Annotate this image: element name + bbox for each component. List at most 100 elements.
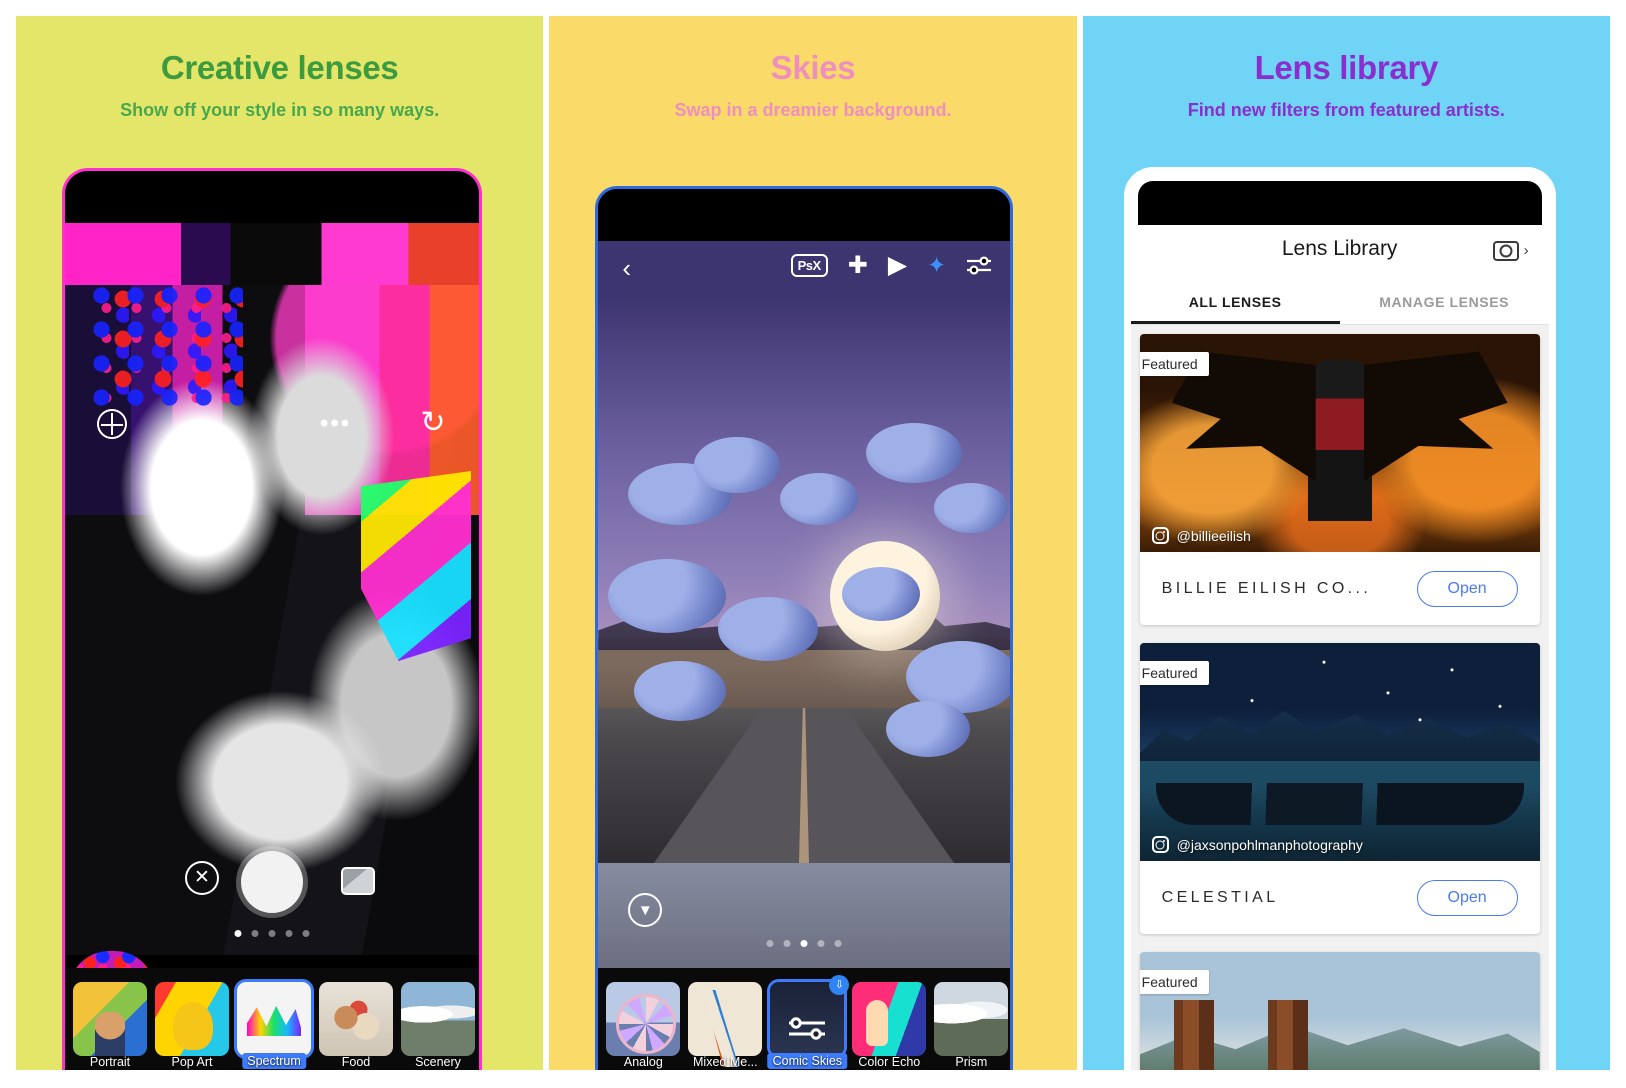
pager-dot[interactable]	[766, 940, 774, 947]
adjust-sliders-icon	[787, 1015, 827, 1041]
shutter-button[interactable]	[241, 851, 303, 913]
magic-wand-icon[interactable]: ✦	[927, 254, 946, 277]
tab-bar: ALL LENSES MANAGE LENSES	[1130, 281, 1549, 325]
preview-dot-pattern	[93, 287, 243, 407]
pager-dot[interactable]	[817, 940, 825, 947]
panel-1-title: Creative lenses	[160, 49, 399, 86]
filter-item-spectrum[interactable]: Spectrum	[237, 982, 311, 1070]
download-icon[interactable]: ⇩	[829, 975, 850, 995]
filter-label: Pop Art	[171, 1055, 213, 1069]
cloud-graphic	[634, 661, 727, 721]
cloud-graphic	[780, 473, 859, 525]
carousel-pager	[766, 940, 842, 947]
close-icon[interactable]: ✕	[185, 861, 219, 895]
sky-filter-strip[interactable]: Analog Mixed Me... ⇩ Comic Skies Color E…	[598, 968, 1011, 1070]
filter-item-food[interactable]: Food	[319, 982, 393, 1070]
filter-item-analog[interactable]: Analog	[606, 982, 681, 1070]
filter-thumb-image	[401, 982, 475, 1056]
play-refresh-icon[interactable]: ▶	[888, 253, 907, 278]
filter-item-prism[interactable]: Prism	[934, 982, 1009, 1070]
filter-thumb-image	[688, 982, 763, 1056]
panel-1-header: Creative lenses Show off your style in s…	[16, 16, 543, 121]
panel-3-title: Lens library	[1254, 49, 1439, 86]
handle-text: @jaxsonpohlmanphotography	[1176, 836, 1363, 853]
pager-dot[interactable]	[302, 930, 310, 937]
page-title: Lens Library	[1281, 237, 1398, 260]
filter-label: Scenery	[415, 1055, 461, 1069]
filter-thumb-image	[155, 982, 229, 1056]
tab-all-lenses[interactable]: ALL LENSES	[1130, 281, 1340, 324]
instagram-icon	[1151, 527, 1169, 544]
refresh-icon[interactable]: ↻	[417, 407, 449, 439]
cloud-graphic	[886, 701, 971, 757]
lens-name: BILLIE EILISH CO...	[1161, 579, 1372, 597]
back-icon[interactable]: ‹	[622, 255, 631, 281]
adjust-sliders-icon[interactable]	[966, 255, 992, 277]
panel-lens-library: Lens library Find new filters from featu…	[1082, 16, 1610, 1070]
pager-dot[interactable]	[800, 940, 808, 947]
filter-item-portrait[interactable]: Portrait	[73, 982, 147, 1070]
pager-dot[interactable]	[251, 930, 259, 937]
lens-hero-image: Featured @jaxsonpohlmanphotography	[1139, 643, 1540, 861]
cloud-graphic	[608, 559, 727, 633]
filter-thumb-image	[73, 982, 147, 1056]
cloud-graphic	[718, 597, 819, 661]
lens-card-third[interactable]: Featured	[1139, 952, 1540, 1070]
screenshot-root: Creative lenses Show off your style in s…	[0, 0, 1626, 1088]
psx-icon[interactable]: PsX	[790, 254, 828, 277]
panel-1-subtitle: Show off your style in so many ways.	[120, 100, 440, 120]
featured-badge: Featured	[1139, 661, 1209, 685]
filter-item-mixed-media[interactable]: Mixed Me...	[688, 982, 763, 1070]
lens-name: CELESTIAL	[1161, 888, 1279, 906]
tab-manage-lenses[interactable]: MANAGE LENSES	[1340, 281, 1549, 324]
featured-badge: Featured	[1139, 970, 1209, 994]
lens-card-footer: BILLIE EILISH CO... Open	[1140, 552, 1540, 625]
open-button[interactable]: Open	[1416, 570, 1518, 607]
carousel-pager	[234, 930, 310, 937]
pager-dot[interactable]	[783, 940, 791, 947]
cloud-graphic	[866, 423, 963, 483]
filter-item-scenery[interactable]: Scenery	[401, 982, 475, 1070]
filter-label: Food	[341, 1055, 371, 1069]
editor-toolbar: ‹ PsX ✚ ▶ ✦	[598, 241, 1010, 299]
filter-strip[interactable]: Portrait Pop Art Spectrum Food Scenery	[65, 968, 479, 1070]
sky-photo-canvas	[598, 241, 1011, 968]
handle-text: @billieeilish	[1176, 527, 1251, 544]
pager-dot[interactable]	[268, 930, 276, 937]
filter-item-comic-skies[interactable]: ⇩ Comic Skies	[767, 975, 850, 1070]
pager-dot[interactable]	[285, 930, 293, 937]
lens-card-celestial[interactable]: Featured @jaxsonpohlmanphotography CELES…	[1139, 643, 1540, 934]
lens-list[interactable]: Featured @billieeilish BILLIE EILISH CO.…	[1130, 325, 1549, 1070]
open-button[interactable]: Open	[1416, 879, 1518, 916]
lens-hero-image: Featured	[1139, 952, 1540, 1070]
filter-thumb-image	[319, 982, 393, 1056]
lens-card-billie-eilish[interactable]: Featured @billieeilish BILLIE EILISH CO.…	[1139, 334, 1540, 625]
panel-skies: Skies Swap in a dreamier background. ‹ P…	[549, 16, 1077, 1070]
move-icon[interactable]: ✚	[848, 253, 868, 278]
lens-card-footer: CELESTIAL Open	[1140, 861, 1540, 934]
pager-dot[interactable]	[834, 940, 842, 947]
filter-label: Spectrum	[242, 1053, 306, 1069]
featured-badge: Featured	[1139, 352, 1209, 376]
status-bar	[1137, 181, 1542, 225]
filter-thumb-image	[606, 982, 681, 1056]
status-bar	[598, 189, 1011, 241]
globe-icon[interactable]	[97, 409, 127, 439]
filter-label: Analog	[623, 1055, 663, 1069]
phone-mockup-camera: ••• ↻ ✕ Portrait Pop Art Spectrum Food S…	[62, 168, 482, 1070]
instagram-icon	[1151, 836, 1169, 853]
lens-hero-image: Featured @billieeilish	[1139, 334, 1540, 552]
filter-label: Prism	[955, 1055, 988, 1069]
cloud-graphic	[934, 483, 1009, 533]
filter-label: Portrait	[89, 1055, 131, 1069]
chevron-right-icon[interactable]: ›	[1524, 242, 1529, 259]
filter-item-color-echo[interactable]: Color Echo	[852, 982, 927, 1070]
more-options-icon[interactable]: •••	[320, 412, 351, 436]
filter-item-pop-art[interactable]: Pop Art	[155, 982, 229, 1070]
wood-post-graphic	[1173, 999, 1214, 1070]
gallery-thumbnail[interactable]	[341, 867, 375, 895]
pager-dot[interactable]	[234, 930, 242, 937]
artist-handle: @jaxsonpohlmanphotography	[1151, 836, 1363, 853]
camera-icon[interactable]	[1492, 241, 1519, 261]
wood-post-graphic	[1267, 999, 1308, 1070]
